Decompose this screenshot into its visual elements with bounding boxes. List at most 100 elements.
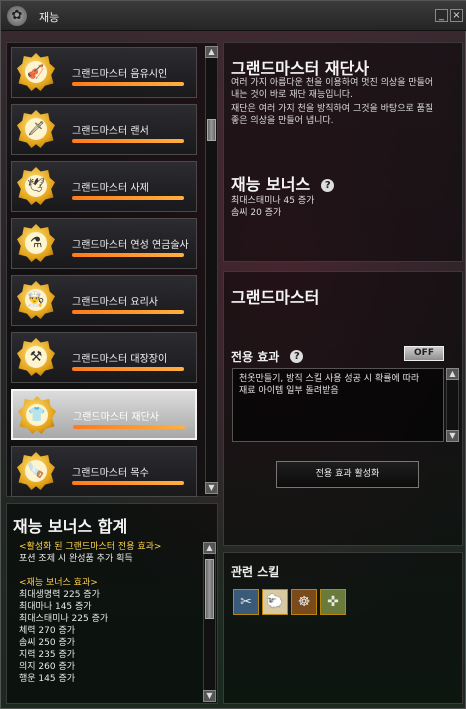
job-progress-bar xyxy=(72,139,184,143)
scroll-thumb[interactable] xyxy=(207,119,216,141)
spinning-wheel-icon[interactable]: ☸ xyxy=(291,589,317,615)
effect-scroll-up-button[interactable]: ▲ xyxy=(446,368,459,380)
bonus-scroll-thumb[interactable] xyxy=(205,559,214,619)
close-button[interactable]: × xyxy=(450,9,463,22)
sheep-icon[interactable]: 🐑 xyxy=(262,589,288,615)
exclusive-effect-header: 전용 효과 ? xyxy=(231,346,304,365)
job-progress-bar xyxy=(72,367,184,371)
job-progress-fill xyxy=(72,82,184,86)
bonus-total-title: 재능 보너스 합계 xyxy=(13,517,128,536)
job-progress-fill xyxy=(72,310,184,314)
talent-title: 그랜드마스터 재단사 xyxy=(231,59,370,78)
job-list-panel: 🎻 그랜드마스터 음유시인 🗡 그랜드마스터 랜서 🕊 그랜드마스터 사제 ⚗ 그랜드마스터 … xyxy=(6,42,218,497)
job-glyph-icon: ⚗ xyxy=(25,232,47,254)
job-name: 그랜드마스터 사제 xyxy=(72,183,149,194)
talent-description-2: 내는 것이 바로 재단 재능입니다. xyxy=(231,90,353,100)
job-item[interactable]: 🎻 그랜드마스터 음유시인 xyxy=(11,47,197,98)
job-progress-fill xyxy=(72,196,184,200)
bonus-total-line: <재능 보너스 효과> xyxy=(19,578,98,588)
talent-info-panel: 그랜드마스터 재단사 여러 가지 아름다운 천을 이용하여 멋진 의상을 만들어… xyxy=(223,42,463,262)
job-item[interactable]: ⚒ 그랜드마스터 대장장이 xyxy=(11,332,197,383)
grandmaster-title: 그랜드마스터 xyxy=(231,288,320,307)
job-progress-fill xyxy=(72,367,184,371)
talent-bonus-header: 재능 보너스 ? xyxy=(231,171,335,195)
bonus-total-line: <활성화 된 그랜드마스터 전용 효과> xyxy=(19,542,162,552)
tailoring-icon[interactable]: ✂ xyxy=(233,589,259,615)
job-item[interactable]: 🕊 그랜드마스터 사제 xyxy=(11,161,197,212)
effect-description-line-2: 재료 아이템 일부 돌려받음 xyxy=(239,386,339,396)
job-progress-bar xyxy=(72,82,184,86)
job-item[interactable]: 🗡 그랜드마스터 랜서 xyxy=(11,104,197,155)
bonus-total-line: 솜씨 250 증가 xyxy=(19,638,76,648)
job-list-scrollbar[interactable]: ▲ ▼ xyxy=(205,46,218,494)
bonus-total-list: <활성화 된 그랜드마스터 전용 효과> 포션 조제 시 완성품 추가 획득 <재… xyxy=(19,541,199,685)
bonus-total-line: 최대스태미나 225 증가 xyxy=(19,614,109,624)
job-item[interactable]: 🪚 그랜드마스터 목수 xyxy=(11,446,197,497)
effect-help-icon[interactable]: ? xyxy=(290,350,304,363)
job-item[interactable]: 👕 그랜드마스터 재단사 xyxy=(11,389,197,440)
job-glyph-icon: 👨‍🍳 xyxy=(25,289,47,311)
job-name: 그랜드마스터 연성 연금술사 xyxy=(72,240,189,251)
talent-description-3: 재단은 여러 가지 천을 방직하여 그것을 바탕으로 품질 xyxy=(231,104,434,114)
grandmaster-panel: 그랜드마스터 전용 효과 ? OFF 천옷만들기, 방직 스킬 사용 성공 시 … xyxy=(223,271,463,546)
job-name: 그랜드마스터 목수 xyxy=(72,468,149,479)
job-progress-fill xyxy=(72,481,184,485)
bonus-total-line: 체력 270 증가 xyxy=(19,626,76,636)
bonus-total-line: 지력 235 증가 xyxy=(19,650,76,660)
help-icon[interactable]: ? xyxy=(321,179,335,192)
effect-toggle[interactable]: OFF xyxy=(404,346,444,361)
bonus-total-line xyxy=(19,565,199,577)
scroll-down-button[interactable]: ▼ xyxy=(205,482,218,494)
effect-scrollbar[interactable]: ▲ ▼ xyxy=(446,368,459,442)
job-progress-bar xyxy=(72,196,184,200)
talent-bonus-line-1: 최대스태미나 45 증가 xyxy=(231,196,315,206)
job-glyph-icon: 🪚 xyxy=(25,460,47,482)
job-name: 그랜드마스터 대장장이 xyxy=(72,354,168,365)
job-item[interactable]: ⚗ 그랜드마스터 연성 연금술사 xyxy=(11,218,197,269)
job-glyph-icon: 🗡 xyxy=(25,118,47,140)
talent-bonus-line-2: 솜씨 20 증가 xyxy=(231,208,282,218)
talent-description-4: 좋은 의상을 만들어 냅니다. xyxy=(231,116,334,126)
effect-description-line-1: 천옷만들기, 방직 스킬 사용 성공 시 확률에 따라 xyxy=(239,374,420,384)
job-progress-bar xyxy=(72,481,184,485)
window-title: 재능 xyxy=(39,11,60,24)
job-glyph-icon: 👕 xyxy=(26,404,48,426)
job-progress-fill xyxy=(72,139,184,143)
bonus-scroll-down-button[interactable]: ▼ xyxy=(203,690,216,702)
job-glyph-icon: 🕊 xyxy=(25,175,47,197)
bonus-scroll-up-button[interactable]: ▲ xyxy=(203,542,216,554)
title-bar[interactable]: ✿ 재능 _ × xyxy=(1,1,466,31)
related-skills-panel: 관련 스킬 ✂ 🐑 ☸ ✜ xyxy=(223,552,463,704)
job-name: 그랜드마스터 요리사 xyxy=(72,297,158,308)
talent-description-1: 여러 가지 아름다운 천을 이용하여 멋진 의상을 만들어 xyxy=(231,78,434,88)
talent-bonus-title: 재능 보너스 xyxy=(231,175,311,194)
bonus-total-line: 최대생명력 225 증가 xyxy=(19,590,100,600)
effect-description-box: 천옷만들기, 방직 스킬 사용 성공 시 확률에 따라 재료 아이템 일부 돌려… xyxy=(232,368,444,442)
job-progress-bar xyxy=(72,310,184,314)
exclusive-effect-label: 전용 효과 xyxy=(231,350,280,364)
talent-window-icon: ✿ xyxy=(7,6,27,26)
bonus-scrollbar[interactable]: ▲ ▼ xyxy=(203,542,216,702)
bonus-total-panel: 재능 보너스 합계 <활성화 된 그랜드마스터 전용 효과> 포션 조제 시 완성… xyxy=(6,503,218,704)
minimize-button[interactable]: _ xyxy=(435,9,448,22)
job-item[interactable]: 👨‍🍳 그랜드마스터 요리사 xyxy=(11,275,197,326)
related-skills-title: 관련 스킬 xyxy=(231,565,280,579)
job-name: 그랜드마스터 랜서 xyxy=(72,126,149,137)
bonus-total-line: 의지 260 증가 xyxy=(19,662,76,672)
job-progress-fill xyxy=(72,253,184,257)
job-glyph-icon: 🎻 xyxy=(25,61,47,83)
job-glyph-icon: ⚒ xyxy=(25,346,47,368)
weaving-icon[interactable]: ✜ xyxy=(320,589,346,615)
job-progress-bar xyxy=(72,253,184,257)
job-progress-bar xyxy=(73,425,185,429)
talent-window: ✿ 재능 _ × 🎻 그랜드마스터 음유시인 🗡 그랜드마스터 랜서 🕊 그랜드마스터 사… xyxy=(0,0,466,709)
job-name: 그랜드마스터 재단사 xyxy=(73,412,159,423)
scroll-up-button[interactable]: ▲ xyxy=(205,46,218,58)
effect-scroll-down-button[interactable]: ▼ xyxy=(446,430,459,442)
activate-effect-button[interactable]: 전용 효과 활성화 xyxy=(276,461,419,488)
bonus-total-line: 최대마나 145 증가 xyxy=(19,602,92,612)
job-progress-fill xyxy=(73,425,185,429)
bonus-total-line: 행운 145 증가 xyxy=(19,674,76,684)
job-name: 그랜드마스터 음유시인 xyxy=(72,69,168,80)
bonus-total-line: 포션 조제 시 완성품 추가 획득 xyxy=(19,554,133,564)
